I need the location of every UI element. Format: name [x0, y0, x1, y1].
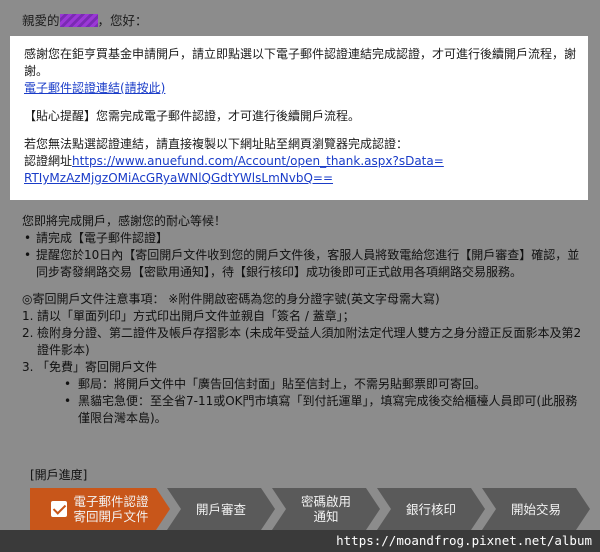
progress-title: [開戶進度] — [30, 468, 88, 482]
intro-text: 您即將完成開戶，感謝您的耐心等候！ — [22, 214, 227, 228]
list-number: 1. — [22, 309, 34, 323]
step-email-verification: 電子郵件認證 寄回開戶文件 — [30, 488, 170, 530]
greeting: 親愛的 ，您好： — [22, 10, 148, 29]
step-label-sub: 通知 — [313, 509, 339, 524]
step-label: 開戶審查 — [195, 501, 246, 517]
verify-link[interactable]: 電子郵件認證連結(請按此) — [24, 81, 165, 95]
watermark-bar: https://moandfrog.pixnet.net/album — [0, 530, 600, 552]
notes-title: ◎寄回開戶文件注意事項： ※附件開啟密碼為您的身分證字號(英文字母需大寫) — [22, 292, 440, 306]
list-item: 3. 「免費」寄回開戶文件 — [22, 359, 588, 376]
checkmark-icon — [51, 501, 67, 517]
notes-list: 1. 請以「單面列印」方式印出開戶文件並親自「簽名 / 蓋章」； 2. 檢附身分證、… — [22, 308, 588, 427]
step-label-sub: 寄回開戶文件 — [73, 509, 149, 524]
step-label: 密碼啟用 — [300, 494, 351, 509]
list-item-text: 「免費」寄回開戶文件 — [37, 360, 158, 374]
list-item: 請完成【電子郵件認證】 — [22, 230, 588, 247]
step-label: 電子郵件認證 — [73, 494, 149, 509]
watermark-text: https://moandfrog.pixnet.net/album — [336, 533, 592, 548]
thanks-text: 感謝您在鉅亨買基金申請開戶，請立即點選以下電子郵件認證連結完成認證，才可進行後續… — [24, 47, 577, 78]
url-label: 認證網址 — [24, 154, 73, 168]
list-number: 3. — [22, 360, 34, 374]
list-item-text: 請以「單面列印」方式印出開戶文件並親自「簽名 / 蓋章」； — [37, 309, 355, 323]
step-password-notice: 密碼啟用 通知 — [272, 488, 380, 530]
instructions: 您即將完成開戶，感謝您的耐心等候！ 請完成【電子郵件認證】 提醒您於10日內【寄… — [22, 213, 588, 427]
sub-list-item: 郵局：將開戶文件中「廣告回信封面」貼至信封上，不需另貼郵票即可寄回。 — [22, 376, 588, 393]
email-verification-card: 感謝您在鉅亨買基金申請開戶，請立即點選以下電子郵件認證連結完成認證，才可進行後續… — [10, 36, 588, 200]
list-item-text: 檢附身分證、第二證件及帳戶存摺影本 (未成年受益人須加附法定代理人雙方之身分證正… — [37, 326, 582, 357]
reminder-text: 【貼心提醒】您需完成電子郵件認證，才可進行後續開戶流程。 — [24, 109, 361, 123]
step-bank-verification: 銀行核印 — [377, 488, 485, 530]
list-item: 2. 檢附身分證、第二證件及帳戶存摺影本 (未成年受益人須加附法定代理人雙方之身分… — [22, 325, 588, 359]
sub-list-item: 黑貓宅急便：至全省7-11或OK門市填寫「到付託運單」，填寫完成後交給櫃檯人員即… — [22, 393, 588, 427]
list-item: 1. 請以「單面列印」方式印出開戶文件並親自「簽名 / 蓋章」； — [22, 308, 588, 325]
step-account-review: 開戶審查 — [167, 488, 275, 530]
verify-url-link[interactable]: https://www.anuefund.com/Account/open_th… — [24, 154, 444, 185]
verify-url-line2: RTIyMzAzMjgzOMiAcGRyaWNlQGdtYWlsLmNvbQ== — [24, 171, 334, 185]
fallback-text: 若您無法點選認證連結，請直接複製以下網址貼至網頁瀏覽器完成認證： — [24, 137, 409, 151]
status-bullets: 請完成【電子郵件認證】 提醒您於10日內【寄回開戶文件收到您的開戶文件後，客服人… — [22, 230, 588, 281]
redacted-name — [59, 14, 98, 27]
greeting-suffix: ，您好： — [97, 13, 148, 28]
step-start-trading: 開始交易 — [482, 488, 590, 530]
list-number: 2. — [22, 326, 34, 340]
verify-url-line1: https://www.anuefund.com/Account/open_th… — [72, 154, 444, 168]
list-item: 提醒您於10日內【寄回開戶文件收到您的開戶文件後，客服人員將致電給您進行【開戶審… — [22, 247, 588, 281]
progress-steps: 電子郵件認證 寄回開戶文件 開戶審查 密碼啟用 通知 銀行核印 開始交易 — [30, 488, 590, 530]
step-label: 銀行核印 — [405, 501, 456, 517]
step-label: 開始交易 — [510, 501, 561, 517]
greeting-prefix: 親愛的 — [22, 13, 60, 28]
